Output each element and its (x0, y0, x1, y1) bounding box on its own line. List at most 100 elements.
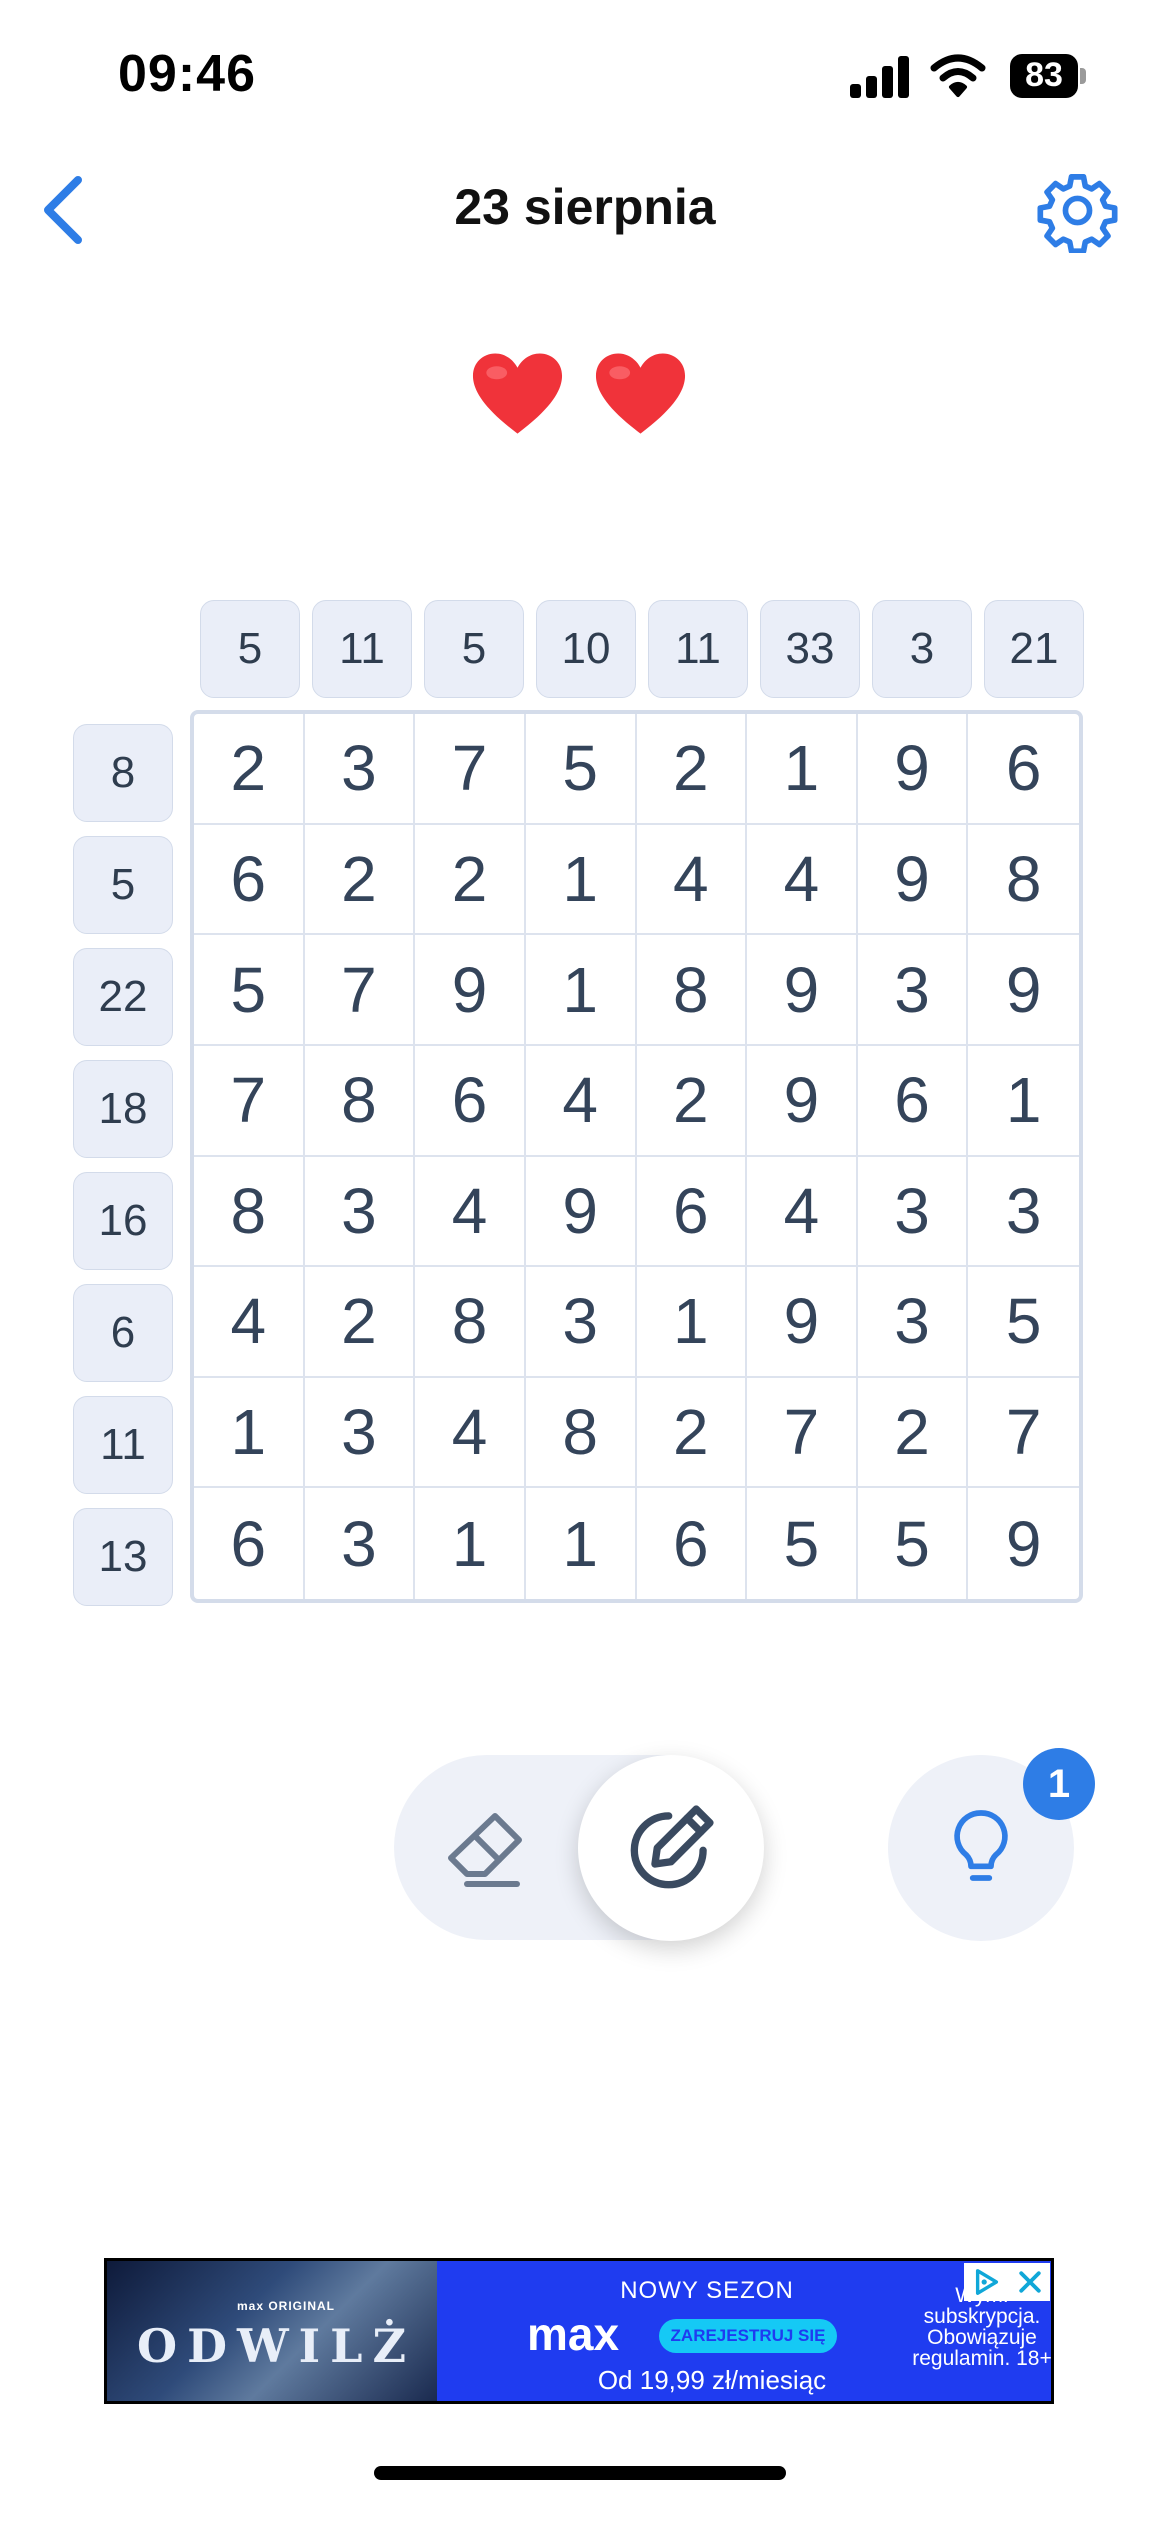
grid-cell[interactable]: 2 (636, 1377, 748, 1489)
status-time: 09:46 (118, 45, 256, 103)
grid-cell[interactable]: 9 (968, 935, 1079, 1046)
grid-cell[interactable]: 4 (525, 1045, 637, 1157)
grid-cell[interactable]: 6 (968, 714, 1079, 825)
lives-indicator (470, 350, 700, 450)
grid-cell[interactable]: 2 (857, 1377, 969, 1489)
grid-cell[interactable]: 9 (857, 714, 969, 825)
grid-cell[interactable]: 1 (194, 1377, 305, 1489)
row-clue: 8 (73, 724, 173, 822)
grid-cell[interactable]: 9 (747, 935, 858, 1046)
grid-cell[interactable]: 3 (304, 714, 416, 825)
row-clue: 5 (73, 836, 173, 934)
grid-cell[interactable]: 6 (194, 1488, 305, 1599)
puzzle-grid: 2 3 7 5 2 1 9 6 6 2 2 1 4 4 9 8 5 7 9 1 … (190, 710, 1083, 1603)
column-clue: 5 (200, 600, 300, 698)
grid-cell[interactable]: 1 (525, 824, 637, 936)
grid-cell[interactable]: 4 (747, 824, 858, 936)
grid-cell[interactable]: 6 (636, 1156, 748, 1268)
row-clue: 18 (73, 1060, 173, 1158)
ad-banner[interactable]: max ORIGINAL ODWILŻ NOWY SEZON max ZAREJ… (104, 2258, 1054, 2404)
grid-cell[interactable]: 8 (194, 1156, 305, 1268)
grid-cell[interactable]: 3 (857, 935, 969, 1046)
grid-cell[interactable]: 4 (415, 1377, 526, 1489)
back-button[interactable] (36, 170, 96, 250)
grid-cell[interactable]: 3 (857, 1267, 969, 1378)
ad-show-title: ODWILŻ (137, 2319, 417, 2373)
grid-cell[interactable]: 4 (415, 1156, 526, 1268)
grid-cell[interactable]: 8 (525, 1377, 637, 1489)
column-clue: 11 (312, 600, 412, 698)
column-clue: 33 (760, 600, 860, 698)
grid-cell[interactable]: 1 (636, 1267, 748, 1378)
ad-cta-button[interactable]: ZAREJESTRUJ SIĘ (659, 2319, 837, 2353)
battery-indicator: 83 (1010, 54, 1086, 98)
grid-cell[interactable]: 3 (857, 1156, 969, 1268)
ad-choices[interactable] (964, 2263, 1050, 2301)
grid-cell[interactable]: 1 (415, 1488, 526, 1599)
eraser-button[interactable] (425, 1795, 545, 1905)
grid-cell[interactable]: 9 (415, 935, 526, 1046)
row-clue: 6 (73, 1284, 173, 1382)
grid-cell[interactable]: 9 (747, 1045, 858, 1157)
column-clue: 10 (536, 600, 636, 698)
close-icon[interactable] (1016, 2268, 1044, 2296)
hint-count-badge: 1 (1023, 1748, 1095, 1820)
wifi-icon (930, 54, 986, 97)
grid-cell[interactable]: 5 (747, 1488, 858, 1599)
grid-cell[interactable]: 5 (968, 1267, 1079, 1378)
grid-cell[interactable]: 9 (968, 1488, 1079, 1599)
grid-cell[interactable]: 1 (968, 1046, 1079, 1157)
grid-cell[interactable]: 2 (636, 1045, 748, 1157)
grid-cell[interactable]: 3 (525, 1267, 637, 1378)
grid-cell[interactable]: 4 (747, 1156, 858, 1268)
heart-icon (595, 353, 686, 434)
grid-cell[interactable]: 9 (747, 1267, 858, 1378)
grid-cell[interactable]: 6 (415, 1045, 526, 1157)
grid-cell[interactable]: 5 (525, 714, 637, 825)
grid-cell[interactable]: 2 (304, 1267, 416, 1378)
pencil-button[interactable] (578, 1755, 764, 1941)
grid-cell[interactable]: 7 (747, 1377, 858, 1489)
grid-cell[interactable]: 2 (636, 714, 748, 825)
grid-cell[interactable]: 3 (305, 1488, 416, 1599)
battery-level: 83 (1025, 56, 1063, 94)
grid-cell[interactable]: 1 (525, 935, 637, 1046)
grid-cell[interactable]: 3 (304, 1156, 416, 1268)
row-clue: 13 (73, 1508, 173, 1606)
grid-cell[interactable]: 2 (194, 714, 305, 825)
grid-cell[interactable]: 7 (304, 935, 416, 1046)
grid-cell[interactable]: 7 (194, 1045, 305, 1157)
grid-cell[interactable]: 8 (415, 1267, 526, 1378)
grid-cell[interactable]: 3 (304, 1377, 416, 1489)
column-clue: 3 (872, 600, 972, 698)
grid-cell[interactable]: 8 (304, 1045, 416, 1157)
grid-cell[interactable]: 9 (857, 824, 969, 936)
grid-cell[interactable]: 4 (636, 824, 748, 936)
grid-cell[interactable]: 1 (526, 1488, 637, 1599)
page-title: 23 sierpnia (454, 179, 716, 235)
grid-cell[interactable]: 7 (415, 714, 526, 825)
home-indicator[interactable] (374, 2466, 786, 2480)
grid-cell[interactable]: 8 (636, 935, 748, 1046)
eraser-icon (448, 1813, 522, 1887)
grid-cell[interactable]: 5 (858, 1488, 969, 1599)
grid-cell[interactable]: 6 (637, 1488, 748, 1599)
pencil-icon (630, 1805, 714, 1889)
grid-cell[interactable]: 4 (194, 1267, 305, 1378)
settings-button[interactable] (1035, 168, 1120, 255)
grid-cell[interactable]: 9 (525, 1156, 637, 1268)
grid-cell[interactable]: 1 (747, 714, 858, 825)
grid-cell[interactable]: 6 (857, 1045, 969, 1157)
grid-cell[interactable]: 2 (415, 824, 526, 936)
row-clue: 22 (73, 948, 173, 1046)
grid-cell[interactable]: 5 (194, 935, 305, 1046)
grid-cell[interactable]: 8 (968, 825, 1079, 936)
status-icons: 83 (850, 52, 1090, 102)
ad-brand-small: max ORIGINAL (237, 2299, 336, 2313)
grid-cell[interactable]: 2 (304, 824, 416, 936)
adchoices-icon[interactable] (970, 2267, 1004, 2297)
grid-cell[interactable]: 3 (968, 1157, 1079, 1268)
ad-price: Od 19,99 zł/miesiąc (597, 2365, 827, 2395)
grid-cell[interactable]: 6 (194, 824, 305, 936)
grid-cell[interactable]: 7 (968, 1378, 1079, 1489)
